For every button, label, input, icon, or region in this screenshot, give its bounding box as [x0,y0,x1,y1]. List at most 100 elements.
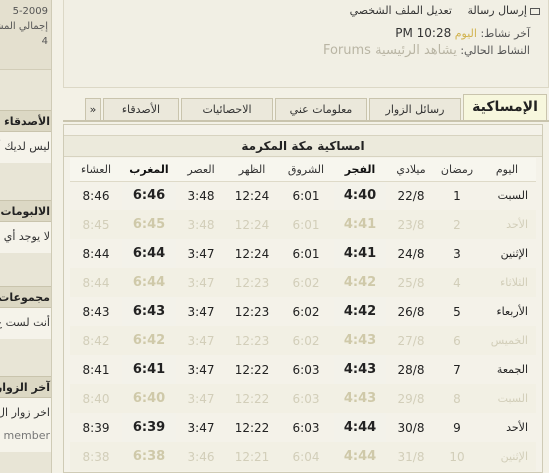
table-cell: 12:24 [226,210,278,239]
last-activity: آخر نشاط: اليوم 10:28 PM [395,26,530,40]
column-header: العصر [176,158,226,182]
tab-statistics[interactable]: الاحصائيات [181,98,273,120]
table-cell: 4:43 [334,355,386,384]
table-cell: 6:03 [292,420,320,435]
column-header: اليوم [478,158,536,182]
table-cell: 9 [453,420,461,435]
table-cell: 3:47 [187,304,215,319]
table-cell: الإثنين [500,247,528,260]
table-cell: 4:42 [334,297,386,326]
table-cell: 12:22 [234,420,270,435]
table-row: الخميس 6 27/8 4:43 6:02 12:23 3:47 6:42 8:42 [70,326,536,355]
sidebar-block-body: لا يوجد أي [0,222,51,253]
table-cell: 6:02 [278,326,334,355]
table-cell: السبت [478,384,536,413]
column-header: المغرب [122,158,176,182]
table-cell: 6 [436,326,478,355]
column-header: العشاء [70,158,122,182]
imsakiya-title: امساكية مكة المكرمة [64,135,542,157]
tabs-more-button[interactable]: « [85,98,101,120]
table-cell: الإثنين [478,442,536,471]
table-cell: 6:01 [278,210,334,239]
table-cell: 6:46 [122,181,176,210]
table-cell: 6:44 [122,239,176,268]
table-cell: 4:44 [334,442,386,471]
table-row: السبت 1 22/8 4:40 6:01 12:24 3:48 6:46 8:46 [70,181,536,210]
table-cell: 6:40 [122,384,176,413]
table-cell: 3 [453,246,461,261]
table-cell: 3:47 [187,362,215,377]
profile-links: إرسال رسالة تعديل الملف الشخصي [338,4,540,17]
sidebar-stat-line: 4 [41,36,48,47]
table-row: الجمعة 7 28/8 4:43 6:03 12:22 3:47 6:41 8:41 [70,355,536,384]
tab-visitor-messages[interactable]: رسائل الزوار [369,98,461,120]
table-cell: 12:24 [234,188,270,203]
table-cell: 4:43 [334,326,386,355]
table-cell: 6:43 [122,297,176,326]
table-cell: 8:42 [70,326,122,355]
table-cell: 12:24 [234,246,270,261]
table-row: الإثنين 3 24/8 4:41 6:01 12:24 3:47 6:44 8:44 [70,239,536,268]
table-cell: 6:02 [292,304,320,319]
sidebar-stat-line: 5-2009 [12,6,48,17]
table-cell: 30/8 [397,420,425,435]
table-cell: 4:43 [334,384,386,413]
table-row: الأحد 2 23/8 4:41 6:01 12:24 3:48 6:45 8:45 [70,210,536,239]
table-cell: 6:39 [122,413,176,442]
sidebar-visitor-name[interactable]: member [0,429,51,452]
table-cell: 1 [453,188,461,203]
table-row: الأحد 9 30/8 4:44 6:03 12:22 3:47 6:39 8:39 [70,413,536,442]
table-cell: 4:42 [334,268,386,297]
table-cell: 3:47 [187,246,215,261]
tab-friends[interactable]: الأصدقاء [103,98,179,120]
table-cell: 6:03 [292,362,320,377]
table-cell: الجمعة [496,363,528,376]
table-row: السبت 8 29/8 4:43 6:03 12:22 3:47 6:40 8:40 [70,384,536,413]
send-message-link[interactable]: إرسال رسالة [467,4,540,17]
table-cell: 26/8 [397,304,425,319]
table-cell: 6:02 [278,268,334,297]
edit-profile-link[interactable]: تعديل الملف الشخصي [350,4,452,17]
table-cell: 8:39 [82,420,110,435]
table-cell: 3:47 [187,420,215,435]
table-cell: 6:45 [122,210,176,239]
table-cell: 28/8 [397,362,425,377]
table-cell: الثلاثاء [478,268,536,297]
table-cell: الأحد [506,421,528,434]
sidebar-stat-line: إجمالي المشار [0,21,48,32]
table-cell: 12:23 [226,268,278,297]
table-cell: 2 [436,210,478,239]
sidebar-block-body: ليس لديك أص [0,132,51,163]
table-cell: 5 [453,304,461,319]
current-activity-value: يشاهد الرئيسية Forums [322,43,457,58]
last-activity-day: اليوم [454,27,477,40]
tab-imsakiya[interactable]: الإمساكية [463,94,547,120]
table-cell: 3:48 [187,188,215,203]
table-cell: 8:44 [70,268,122,297]
table-cell: السبت [497,189,528,203]
table-cell: 3:48 [176,210,226,239]
column-header: الظهر [226,158,278,182]
prayer-times-table: اليوم رمضان ميلادي الفجر الشروق الظهر ال… [70,158,536,471]
table-cell: 8:43 [82,304,110,319]
table-cell: 6:04 [278,442,334,471]
sidebar-block-title: الالبومات [0,200,51,222]
sidebar-block-title: مجموعات [0,286,51,308]
sidebar: 5-2009 إجمالي المشار 4 الأصدقاء ليس لديك… [0,0,52,473]
table-cell: 3:47 [176,384,226,413]
tabs-divider [63,120,549,122]
column-header: ميلادي [386,158,436,182]
sidebar-block-title: آخر الزوار [0,376,51,398]
table-cell: 3:47 [176,326,226,355]
table-cell: 6:41 [122,355,176,384]
last-activity-time: 10:28 PM [395,26,452,40]
sidebar-block-friends: الأصدقاء ليس لديك أص [0,110,51,163]
table-cell: 6:38 [122,442,176,471]
table-cell: 12:23 [226,326,278,355]
table-cell: 22/8 [397,188,425,203]
table-cell: 6:44 [122,268,176,297]
tab-about-me[interactable]: معلومات عني [275,98,367,120]
table-cell: 24/8 [397,246,425,261]
table-cell: 4:41 [334,239,386,268]
current-activity: النشاط الحالي: يشاهد الرئيسية Forums [323,43,530,58]
